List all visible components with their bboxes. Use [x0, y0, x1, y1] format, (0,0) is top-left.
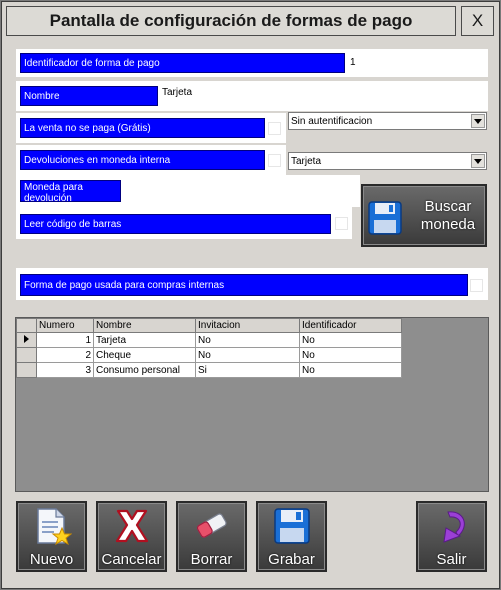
- window-title: Pantalla de configuración de formas de p…: [6, 6, 456, 36]
- auth-select-value: Sin autentificacion: [291, 115, 373, 127]
- cell-nombre[interactable]: Cheque: [93, 347, 196, 363]
- internal-refund-label: Devoluciones en moneda interna: [20, 150, 265, 170]
- table-header-row: Numero Nombre Invitacion Identificador: [16, 318, 402, 333]
- table-row[interactable]: 3 Consumo personal Si No: [16, 362, 402, 378]
- payment-methods-table: Numero Nombre Invitacion Identificador 1…: [16, 318, 402, 378]
- eraser-icon: [196, 513, 227, 538]
- exit-arrow-icon: [443, 511, 465, 543]
- find-currency-label: Buscar moneda: [420, 198, 476, 233]
- new-label: Nuevo: [29, 551, 74, 568]
- row-header-corner: [16, 318, 37, 333]
- cell-numero[interactable]: 3: [36, 362, 94, 378]
- internal-purchase-label: Forma de pago usada para compras interna…: [20, 274, 468, 296]
- barcode-label: Leer código de barras: [20, 214, 331, 234]
- internal-refund-checkbox[interactable]: [268, 154, 281, 167]
- chevron-down-icon[interactable]: [471, 114, 485, 128]
- cell-invitacion[interactable]: No: [195, 332, 300, 348]
- column-header-invitacion[interactable]: Invitacion: [195, 318, 300, 333]
- id-label: Identificador de forma de pago: [20, 53, 345, 73]
- internal-purchase-checkbox[interactable]: [470, 279, 483, 292]
- new-document-icon: [37, 508, 72, 546]
- cell-nombre[interactable]: Consumo personal: [93, 362, 196, 378]
- refund-select-value: Tarjeta: [291, 155, 322, 167]
- free-sale-label: La venta no se paga (Grátis): [20, 118, 265, 138]
- cell-numero[interactable]: 2: [36, 347, 94, 363]
- exit-label: Salir: [436, 551, 467, 568]
- delete-button[interactable]: Borrar: [176, 501, 247, 572]
- column-header-nombre[interactable]: Nombre: [93, 318, 196, 333]
- cell-invitacion[interactable]: Si: [195, 362, 300, 378]
- cell-invitacion[interactable]: No: [195, 347, 300, 363]
- column-header-numero[interactable]: Numero: [36, 318, 94, 333]
- cell-identificador[interactable]: No: [299, 332, 402, 348]
- auth-select[interactable]: Sin autentificacion: [288, 112, 487, 130]
- table-row[interactable]: 1 Tarjeta No No: [16, 332, 402, 348]
- payment-methods-grid[interactable]: Numero Nombre Invitacion Identificador 1…: [15, 317, 489, 492]
- find-currency-button[interactable]: Buscar moneda: [361, 184, 487, 247]
- barcode-checkbox[interactable]: [335, 217, 348, 230]
- cell-numero[interactable]: 1: [36, 332, 94, 348]
- refund-currency-label: Moneda para devolución: [20, 180, 121, 202]
- cell-identificador[interactable]: No: [299, 347, 402, 363]
- refund-select[interactable]: Tarjeta: [288, 152, 487, 170]
- cancel-label: Cancelar: [101, 551, 162, 568]
- cancel-x-icon: [115, 509, 149, 543]
- save-label: Grabar: [268, 551, 315, 568]
- chevron-down-icon[interactable]: [471, 154, 485, 168]
- row-selector[interactable]: [16, 347, 37, 363]
- floppy-disk-icon: [274, 508, 310, 544]
- cancel-button[interactable]: Cancelar: [96, 501, 167, 572]
- row-selector[interactable]: [16, 362, 37, 378]
- name-input[interactable]: Tarjeta: [162, 87, 192, 98]
- close-button[interactable]: X: [461, 6, 494, 36]
- delete-label: Borrar: [190, 551, 233, 568]
- table-row[interactable]: 2 Cheque No No: [16, 347, 402, 363]
- free-sale-checkbox[interactable]: [268, 122, 281, 135]
- save-button[interactable]: Grabar: [256, 501, 327, 572]
- row-selector[interactable]: [16, 332, 37, 348]
- id-value: 1: [350, 57, 356, 68]
- payment-config-window: Pantalla de configuración de formas de p…: [1, 1, 500, 589]
- column-header-identificador[interactable]: Identificador: [299, 318, 402, 333]
- floppy-disk-icon: [368, 201, 402, 235]
- cell-nombre[interactable]: Tarjeta: [93, 332, 196, 348]
- new-button[interactable]: Nuevo: [16, 501, 87, 572]
- exit-button[interactable]: Salir: [416, 501, 487, 572]
- current-row-arrow-icon: [24, 334, 29, 343]
- name-label: Nombre: [20, 86, 158, 106]
- cell-identificador[interactable]: No: [299, 362, 402, 378]
